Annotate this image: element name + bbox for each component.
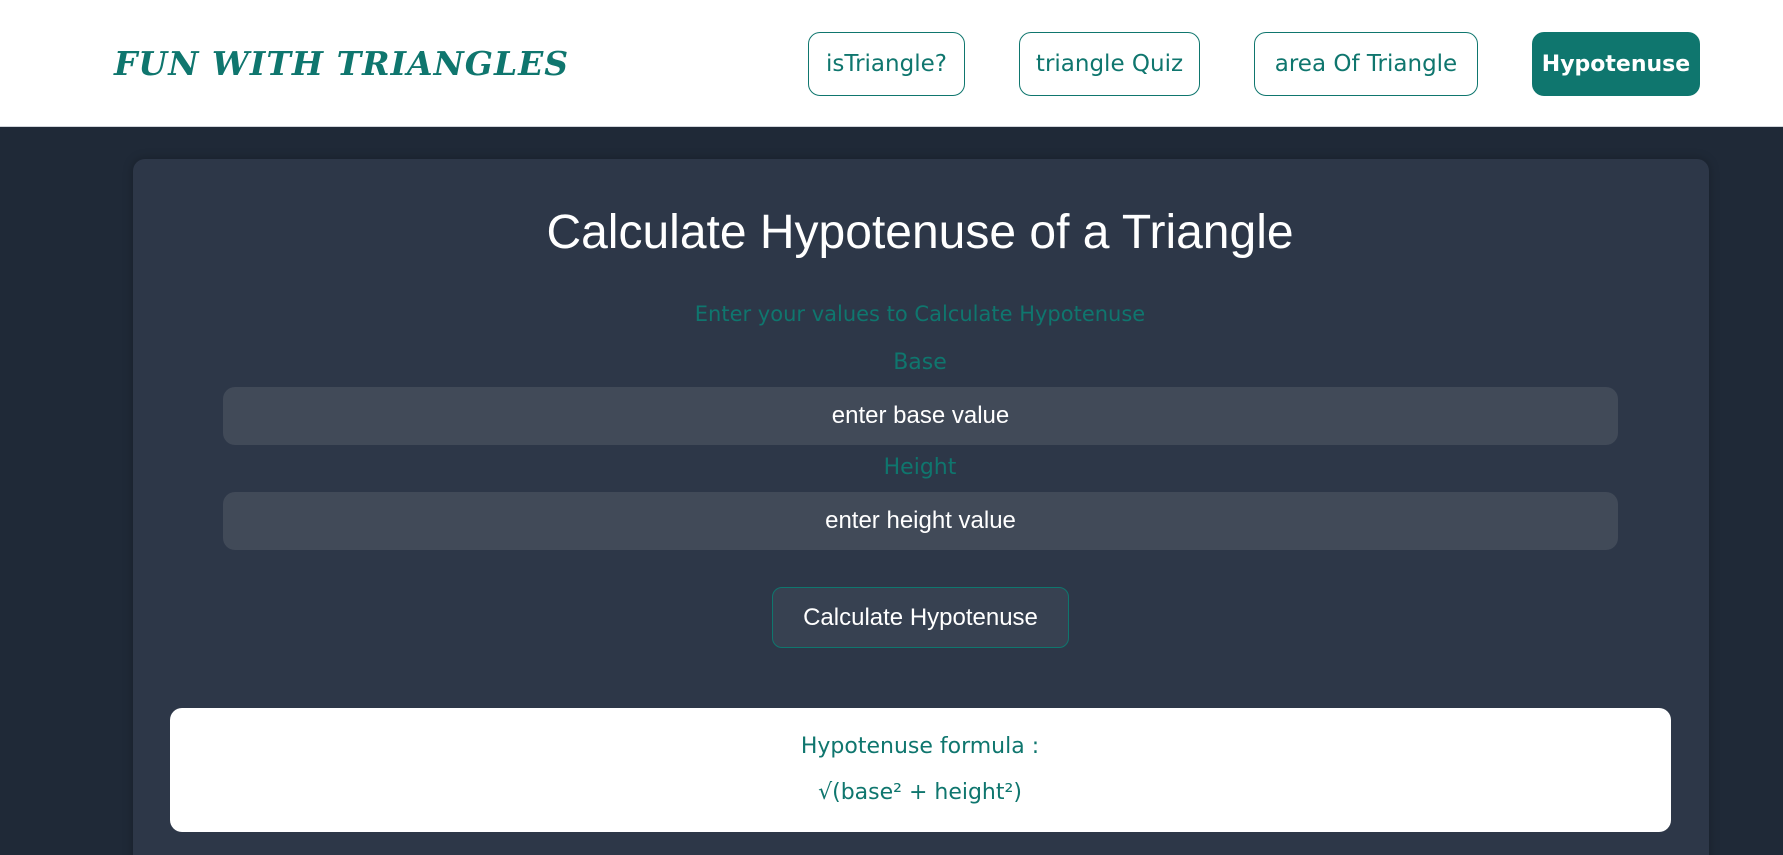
formula-heading: Hypotenuse formula : <box>800 734 1040 759</box>
top-nav-bar: FUN WITH TRIANGLES isTriangle? triangle … <box>0 0 1783 127</box>
calculate-hypotenuse-button[interactable]: Calculate Hypotenuse <box>772 587 1069 648</box>
height-input[interactable] <box>223 492 1618 550</box>
nav-triangle-quiz-button[interactable]: triangle Quiz <box>1019 32 1200 96</box>
instructions-text: Enter your values to Calculate Hypotenus… <box>694 302 1146 326</box>
formula-panel <box>170 708 1671 832</box>
height-label: Height <box>883 455 957 480</box>
base-input[interactable] <box>223 387 1618 445</box>
nav-area-of-triangle-button[interactable]: area Of Triangle <box>1254 32 1478 96</box>
site-logo[interactable]: FUN WITH TRIANGLES <box>114 44 569 83</box>
formula-expression: √(base² + height²) <box>818 780 1022 805</box>
nav-hypotenuse-button[interactable]: Hypotenuse <box>1532 32 1700 96</box>
page-title: Calculate Hypotenuse of a Triangle <box>546 206 1294 259</box>
base-label: Base <box>893 350 947 375</box>
nav-istriangle-button[interactable]: isTriangle? <box>808 32 965 96</box>
